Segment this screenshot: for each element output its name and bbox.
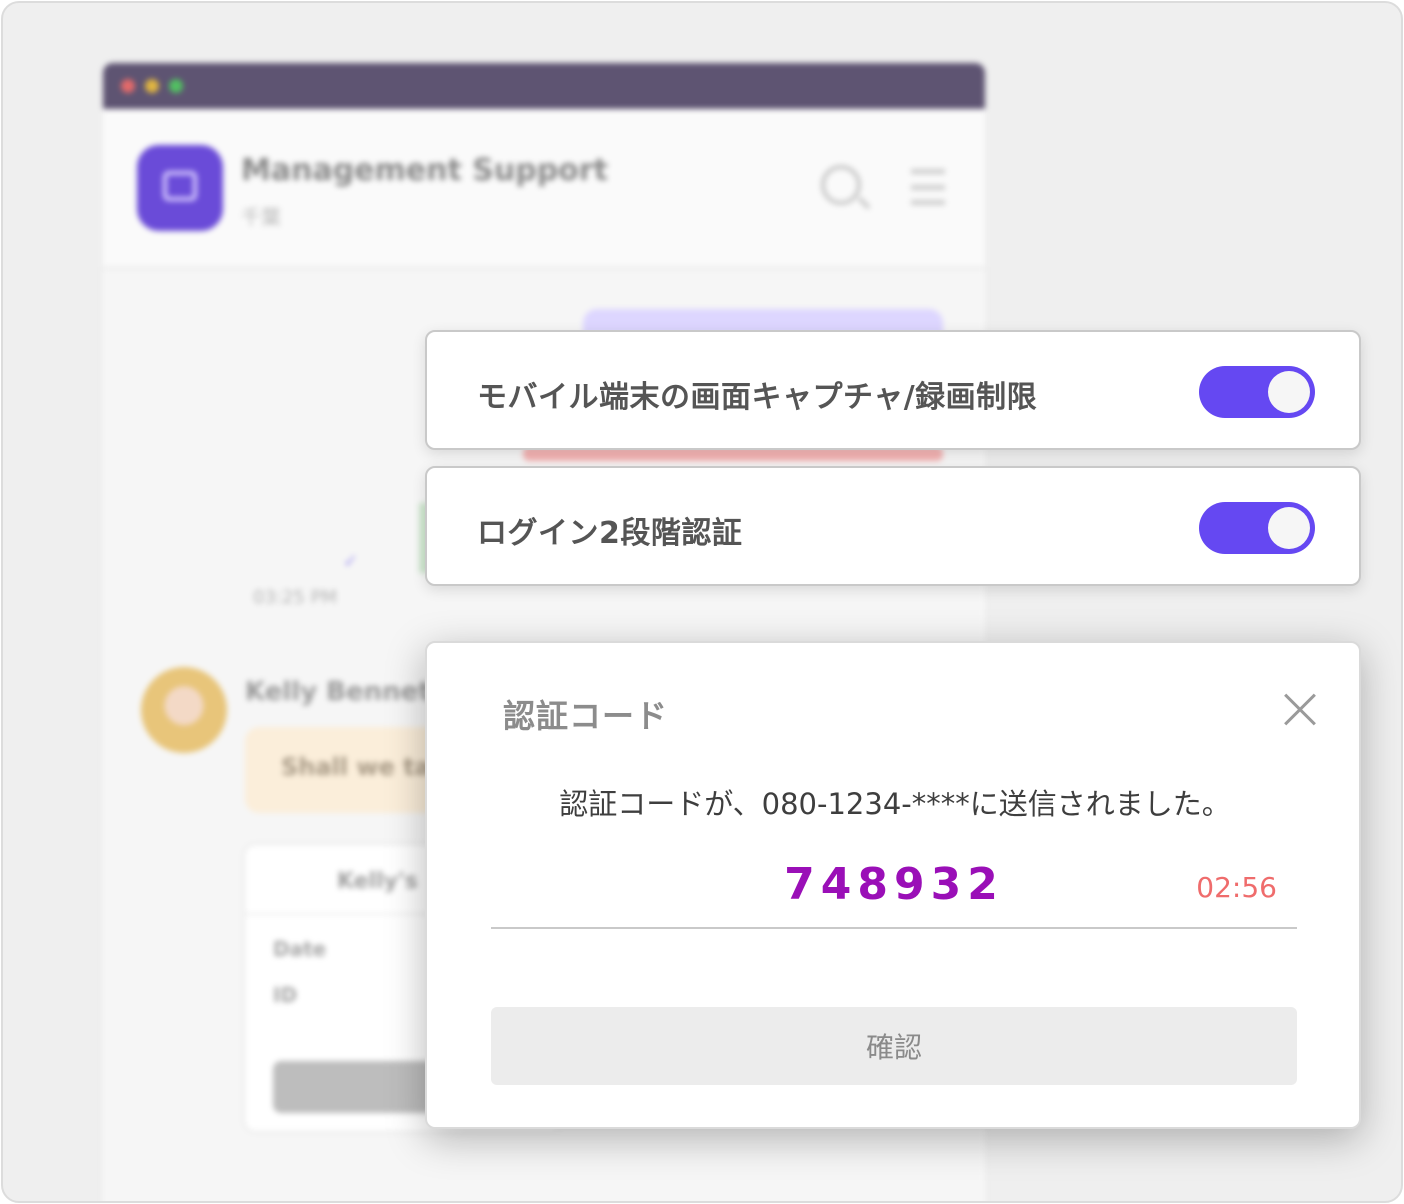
app-title: Management Support [241, 153, 608, 188]
toggle-knob [1268, 371, 1310, 413]
sender-name: Kelly Bennett [245, 677, 444, 707]
menu-icon[interactable] [911, 169, 945, 205]
window-maximize-dot[interactable] [169, 79, 183, 93]
search-icon[interactable] [821, 165, 861, 205]
app-subtitle: 千葉 [241, 205, 281, 229]
message-time: 03:25 PM [253, 587, 337, 608]
dialog-message: 認証コードが、080-1234-****に送信されました。 [559, 787, 1231, 821]
app-logo-icon [137, 145, 223, 231]
toggle-knob [1268, 507, 1310, 549]
setting-label: モバイル端末の画面キャプチャ/録画制限 [477, 380, 1038, 415]
read-check-icon: ✓ [343, 551, 359, 572]
verification-code-dialog: 認証コード 認証コードが、080-1234-****に送信されました。 7489… [425, 641, 1361, 1129]
setting-screen-capture-restriction: モバイル端末の画面キャプチャ/録画制限 [425, 330, 1361, 450]
countdown-timer: 02:56 [1196, 871, 1277, 904]
setting-label: ログイン2段階認証 [477, 516, 743, 551]
verification-code-value: 748932 [784, 859, 1004, 910]
two-step-login-toggle[interactable] [1199, 502, 1315, 554]
verification-code-field[interactable]: 748932 02:56 [491, 853, 1297, 929]
confirm-button[interactable]: 確認 [491, 1007, 1297, 1085]
window-minimize-dot[interactable] [145, 79, 159, 93]
window-titlebar [103, 63, 985, 109]
app-header: Management Support 千葉 [103, 109, 985, 269]
dialog-title: 認証コード [503, 697, 669, 735]
window-close-dot[interactable] [121, 79, 135, 93]
avatar[interactable] [141, 667, 227, 753]
close-icon[interactable] [1283, 693, 1317, 727]
screenshot-frame: Management Support 千葉 ✓ 03:25 PM Kelly B… [1, 1, 1403, 1203]
screen-capture-toggle[interactable] [1199, 366, 1315, 418]
setting-two-step-login: ログイン2段階認証 [425, 466, 1361, 586]
